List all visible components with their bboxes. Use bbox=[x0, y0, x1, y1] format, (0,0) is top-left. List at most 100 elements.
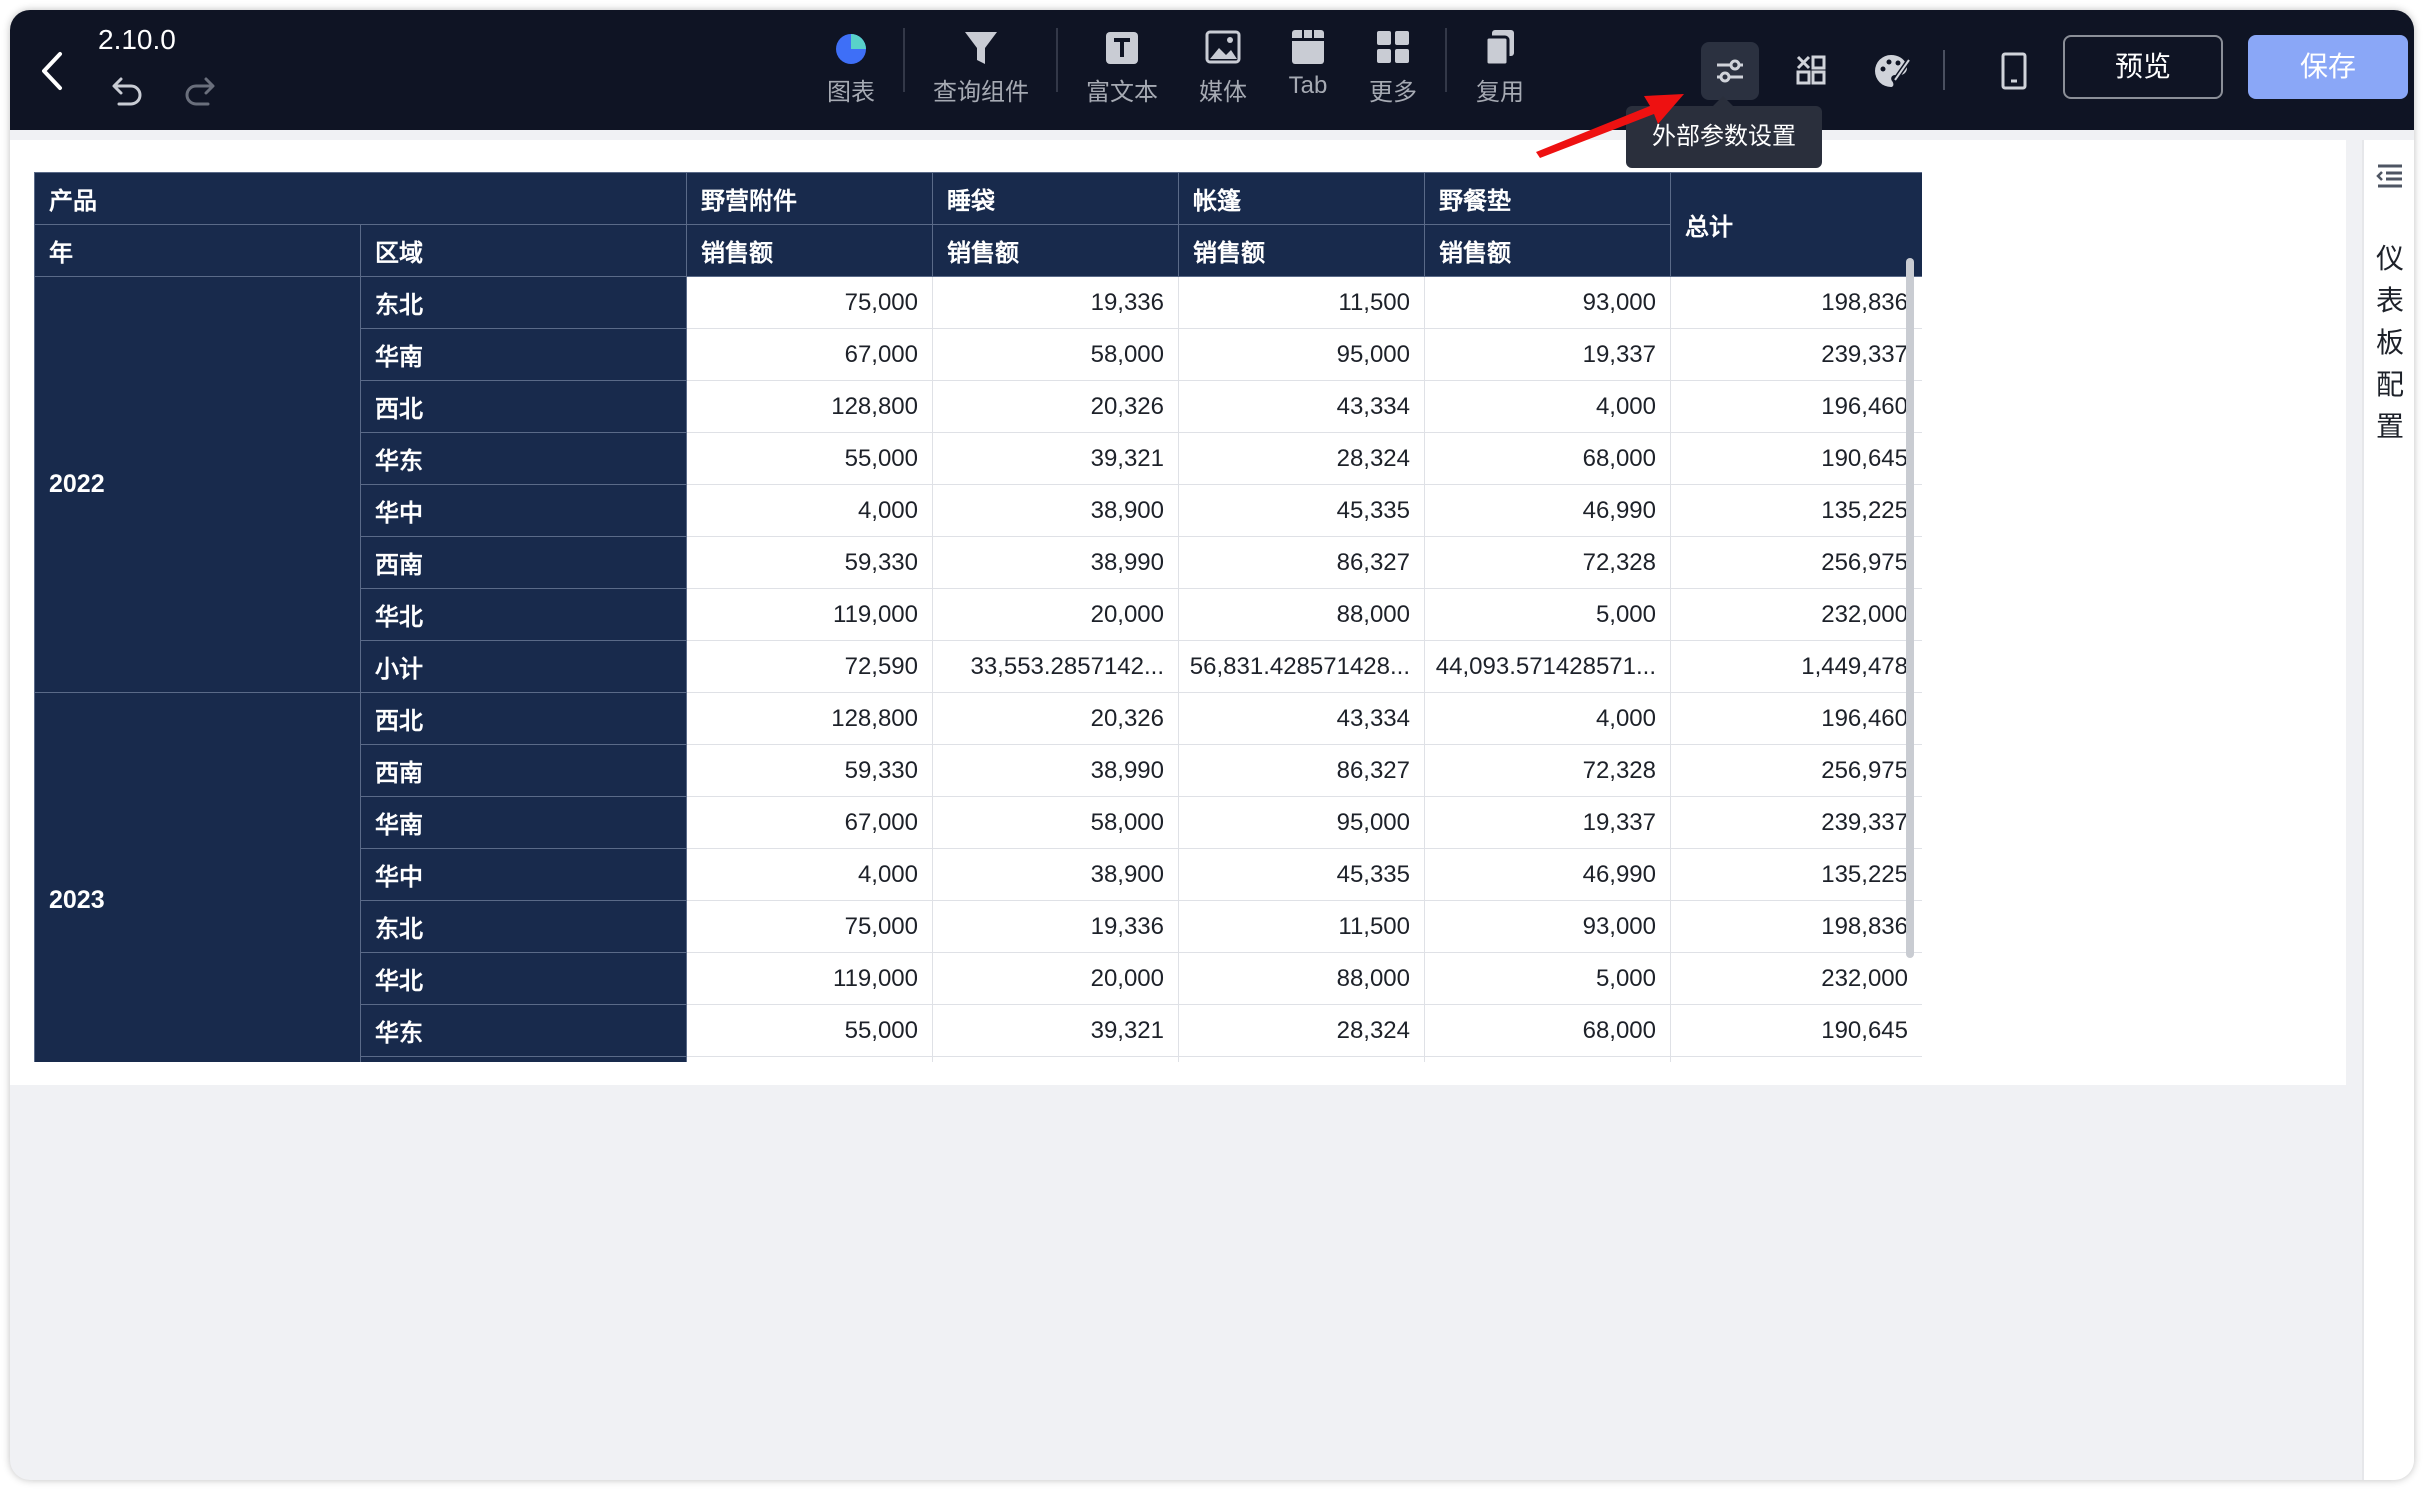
value-cell: 86,327 bbox=[1178, 536, 1425, 589]
panel-title[interactable]: 仪表板配置 bbox=[2370, 238, 2410, 448]
value-cell: 19,337 bbox=[1424, 328, 1671, 381]
back-arrow-icon[interactable] bbox=[32, 46, 72, 96]
region-cell: 华南 bbox=[360, 328, 687, 381]
value-cell: 72,328 bbox=[1424, 744, 1671, 797]
tool-chart[interactable]: 图表 bbox=[818, 22, 884, 107]
region-cell: 华中 bbox=[360, 848, 687, 901]
region-cell: 东北 bbox=[360, 900, 687, 953]
preview-button[interactable]: 预览 bbox=[2063, 35, 2223, 99]
header-measure: 销售额 bbox=[686, 224, 933, 277]
value-cell: 11,500 bbox=[1178, 900, 1425, 953]
value-cell: 128,800 bbox=[686, 380, 933, 433]
value-cell: 20,326 bbox=[932, 692, 1179, 745]
total-cell: 196,460 bbox=[1670, 692, 1922, 745]
value-cell: 5,000 bbox=[1424, 588, 1671, 641]
value-cell: 38,900 bbox=[932, 848, 1179, 901]
tool-tab[interactable]: Tab bbox=[1280, 22, 1336, 100]
layout-icon bbox=[1796, 55, 1826, 85]
dashboard-config-panel: 仪表板配置 bbox=[2362, 140, 2414, 1480]
panel-title-text: 仪表板配置 bbox=[2376, 243, 2405, 442]
header-region: 区域 bbox=[360, 224, 687, 277]
total-cell: 1,449,478 bbox=[1670, 640, 1922, 693]
value-cell: 75,000 bbox=[686, 276, 933, 329]
tool-label: 图表 bbox=[827, 79, 875, 106]
palette-icon bbox=[1875, 55, 1912, 87]
undo-icon[interactable] bbox=[105, 76, 145, 110]
external-params-button[interactable] bbox=[1701, 42, 1759, 100]
header-product: 产品 bbox=[34, 172, 687, 225]
value-cell: 75,000 bbox=[686, 900, 933, 953]
sliders-icon bbox=[1717, 59, 1743, 83]
value-cell: 33,553.2857142... bbox=[932, 640, 1179, 693]
value-cell: 55,000 bbox=[686, 432, 933, 485]
value-cell: 28,324 bbox=[1178, 1004, 1425, 1057]
region-cell: 西北 bbox=[360, 692, 687, 745]
value-cell: 72,590 bbox=[686, 640, 933, 693]
panel-collapse-icon[interactable] bbox=[2374, 160, 2406, 192]
value-cell: 39,321 bbox=[932, 1004, 1179, 1057]
mobile-button[interactable] bbox=[1985, 42, 2043, 100]
total-cell: 198,836 bbox=[1670, 276, 1922, 329]
value-cell: 20,000 bbox=[932, 952, 1179, 1005]
value-cell: 5,000 bbox=[1424, 952, 1671, 1005]
header-product-3: 野餐垫 bbox=[1424, 172, 1671, 225]
region-cell: 华东 bbox=[360, 1004, 687, 1057]
value-cell: 45,335 bbox=[1178, 484, 1425, 537]
value-cell: 93,000 bbox=[1424, 276, 1671, 329]
value-cell: 4,000 bbox=[1424, 380, 1671, 433]
pie-chart-icon bbox=[836, 34, 866, 64]
value-cell: 119,000 bbox=[686, 952, 933, 1005]
region-cell: 小计 bbox=[360, 1056, 687, 1062]
table-row: 2022 东北 75,000 19,336 11,500 93,000 198,836 bbox=[34, 276, 1922, 693]
value-cell: 28,324 bbox=[1178, 432, 1425, 485]
header-measure: 销售额 bbox=[932, 224, 1179, 277]
value-cell bbox=[1424, 1056, 1671, 1062]
header-product-0: 野营附件 bbox=[686, 172, 933, 225]
total-cell: 190,645 bbox=[1670, 1004, 1922, 1057]
value-cell: 55,000 bbox=[686, 1004, 933, 1057]
tool-rich-text[interactable]: 富文本 bbox=[1082, 22, 1162, 107]
tool-media[interactable]: 媒体 bbox=[1195, 22, 1251, 107]
toolbar-divider bbox=[1445, 28, 1447, 92]
total-cell: 135,225 bbox=[1670, 848, 1922, 901]
redo-icon[interactable] bbox=[182, 76, 222, 110]
value-cell: 59,330 bbox=[686, 536, 933, 589]
table-body: 2022 东北 75,000 19,336 11,500 93,000 198,836 华南 6… bbox=[34, 276, 1922, 1062]
header-measure: 销售额 bbox=[1178, 224, 1425, 277]
total-cell: 135,225 bbox=[1670, 484, 1922, 537]
value-cell: 19,336 bbox=[932, 900, 1179, 953]
app-window: 2.10.0 图表 查询组件 富文本 媒体 Tab 更多 复用 预览 保存 外部… bbox=[10, 10, 2414, 1480]
region-cell: 华北 bbox=[360, 588, 687, 641]
filter-icon bbox=[965, 32, 997, 64]
value-cell: 58,000 bbox=[932, 328, 1179, 381]
value-cell: 38,990 bbox=[932, 536, 1179, 589]
table-scrollbar[interactable] bbox=[1906, 258, 1914, 958]
value-cell: 86,327 bbox=[1178, 744, 1425, 797]
value-cell: 46,990 bbox=[1424, 848, 1671, 901]
save-button[interactable]: 保存 bbox=[2248, 35, 2408, 99]
toolbar-divider bbox=[1943, 50, 1945, 90]
value-cell: 4,000 bbox=[686, 848, 933, 901]
tool-label: 媒体 bbox=[1199, 79, 1247, 106]
year-cell: 2022 bbox=[34, 276, 361, 693]
total-cell: 256,975 bbox=[1670, 744, 1922, 797]
value-cell: 45,335 bbox=[1178, 848, 1425, 901]
tool-more[interactable]: 更多 bbox=[1363, 22, 1423, 107]
theme-button[interactable] bbox=[1862, 42, 1920, 100]
value-cell: 88,000 bbox=[1178, 588, 1425, 641]
tool-query[interactable]: 查询组件 bbox=[928, 22, 1034, 107]
version-label: 2.10.0 bbox=[98, 24, 176, 55]
value-cell: 43,334 bbox=[1178, 692, 1425, 745]
region-cell: 西南 bbox=[360, 536, 687, 589]
value-cell: 93,000 bbox=[1424, 900, 1671, 953]
header-measure: 销售额 bbox=[1424, 224, 1671, 277]
region-cell: 华东 bbox=[360, 432, 687, 485]
toolbar-divider bbox=[903, 28, 905, 92]
value-cell: 20,326 bbox=[932, 380, 1179, 433]
value-cell: 88,000 bbox=[1178, 952, 1425, 1005]
grid-icon bbox=[1377, 31, 1409, 63]
value-cell: 95,000 bbox=[1178, 328, 1425, 381]
value-cell: 56,831.428571428... bbox=[1178, 640, 1425, 693]
layout-button[interactable] bbox=[1782, 42, 1840, 100]
pivot-table[interactable]: 产品 野营附件 睡袋 帐篷 野餐垫 总计 年 区域 销售额 销售额 销售额 销售… bbox=[34, 172, 1922, 1062]
